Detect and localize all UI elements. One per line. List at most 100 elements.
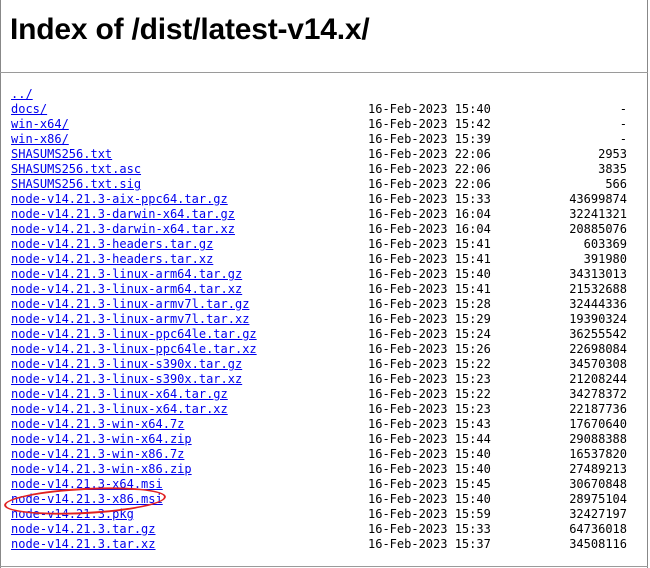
file-link[interactable]: node-v14.21.3-linux-arm64.tar.xz [11,282,242,297]
file-row: node-v14.21.3-headers.tar.gz 16-Feb-2023 … [11,237,631,252]
file-link[interactable]: node-v14.21.3-linux-ppc64le.tar.xz [11,342,257,357]
file-row: node-v14.21.3-headers.tar.xz 16-Feb-2023 … [11,252,631,267]
file-date: 16-Feb-2023 15:29 [368,312,491,326]
file-size: 27489213 [569,462,627,476]
file-row: node-v14.21.3-win-x64.7z 16-Feb-2023 15:4… [11,417,631,432]
file-link[interactable]: node-v14.21.3-win-x64.7z [11,417,184,432]
file-row: node-v14.21.3.tar.gz 16-Feb-2023 15:33 647… [11,522,631,537]
file-date: 16-Feb-2023 15:23 [368,402,491,416]
file-date: 16-Feb-2023 15:28 [368,297,491,311]
file-date: 16-Feb-2023 15:41 [368,237,491,251]
file-row: node-v14.21.3-linux-ppc64le.tar.xz 16-Feb… [11,342,631,357]
file-size: 17670640 [569,417,627,431]
file-link[interactable]: node-v14.21.3-linux-x64.tar.xz [11,402,228,417]
file-date: 16-Feb-2023 15:41 [368,282,491,296]
file-size: 32444336 [569,297,627,311]
file-date: 16-Feb-2023 15:33 [368,192,491,206]
page-title: Index of /dist/latest-v14.x/ [10,13,370,46]
file-date: 16-Feb-2023 15:41 [368,252,491,266]
file-size: 34278372 [569,387,627,401]
file-size: 22698084 [569,342,627,356]
file-row: node-v14.21.3-win-x86.zip 16-Feb-2023 15:… [11,462,631,477]
file-size: 43699874 [569,192,627,206]
file-link[interactable]: node-v14.21.3-headers.tar.gz [11,237,213,252]
file-link[interactable]: SHASUMS256.txt [11,147,112,162]
file-row: node-v14.21.3-win-x86.7z 16-Feb-2023 15:4… [11,447,631,462]
file-row: node-v14.21.3-aix-ppc64.tar.gz 16-Feb-202… [11,192,631,207]
file-link[interactable]: node-v14.21.3-headers.tar.xz [11,252,213,267]
file-listing: ../ docs/16-Feb-2023 15:40- win-x64/16-Fe… [11,87,631,552]
file-size: 29088388 [569,432,627,446]
file-date: 16-Feb-2023 15:40 [368,267,491,281]
file-size: 566 [605,177,627,191]
file-row: node-v14.21.3-darwin-x64.tar.xz 16-Feb-20… [11,222,631,237]
parent-directory-link[interactable]: ../ [11,87,33,102]
file-row: node-v14.21.3-x64.msi 16-Feb-2023 15:45 30… [11,477,631,492]
file-link[interactable]: node-v14.21.3-linux-armv7l.tar.gz [11,297,249,312]
file-size: 34313013 [569,267,627,281]
file-size: 34508116 [569,537,627,551]
file-date: 16-Feb-2023 15:40 [368,492,491,506]
file-date: 16-Feb-2023 15:24 [368,327,491,341]
file-link[interactable]: win-x86/ [11,132,69,147]
file-link[interactable]: SHASUMS256.txt.sig [11,177,141,192]
file-size: 64736018 [569,522,627,536]
file-date: 16-Feb-2023 15:45 [368,477,491,491]
file-row: node-v14.21.3-linux-s390x.tar.gz 16-Feb-2… [11,357,631,372]
file-link[interactable]: node-v14.21.3-darwin-x64.tar.xz [11,222,235,237]
file-size: 2953 [598,147,627,161]
file-row: node-v14.21.3-linux-arm64.tar.gz 16-Feb-2… [11,267,631,282]
file-link[interactable]: docs/ [11,102,47,117]
file-link[interactable]: node-v14.21.3-darwin-x64.tar.gz [11,207,235,222]
file-date: 16-Feb-2023 15:22 [368,357,491,371]
file-row: SHASUMS256.txt 16-Feb-2023 22:06 2953 [11,147,631,162]
file-date: 16-Feb-2023 15:42 [368,117,491,131]
file-link[interactable]: node-v14.21.3-linux-arm64.tar.gz [11,267,242,282]
file-link[interactable]: node-v14.21.3-aix-ppc64.tar.gz [11,192,228,207]
file-row: win-x64/16-Feb-2023 15:42 - [11,117,631,132]
file-link[interactable]: node-v14.21.3-linux-ppc64le.tar.gz [11,327,257,342]
file-link[interactable]: node-v14.21.3.tar.xz [11,537,156,552]
file-row: node-v14.21.3-linux-s390x.tar.xz 16-Feb-2… [11,372,631,387]
file-row: node-v14.21.3.pkg 16-Feb-2023 15:59 324271… [11,507,631,522]
file-link[interactable]: node-v14.21.3-x64.msi [11,477,163,492]
file-date: 16-Feb-2023 15:26 [368,342,491,356]
file-row: SHASUMS256.txt.sig 16-Feb-2023 22:06 566 [11,177,631,192]
file-size: 21532688 [569,282,627,296]
file-date: 16-Feb-2023 15:22 [368,387,491,401]
file-row: node-v14.21.3-linux-arm64.tar.xz 16-Feb-2… [11,282,631,297]
bottom-divider [0,566,648,567]
file-link[interactable]: node-v14.21.3-x86.msi [11,492,163,507]
file-date: 16-Feb-2023 15:43 [368,417,491,431]
file-link[interactable]: node-v14.21.3-linux-s390x.tar.xz [11,372,242,387]
file-size: 20885076 [569,222,627,236]
file-date: 16-Feb-2023 16:04 [368,207,491,221]
file-size: 34570308 [569,357,627,371]
file-row: node-v14.21.3-linux-armv7l.tar.xz 16-Feb-… [11,312,631,327]
file-size: 22187736 [569,402,627,416]
file-size: 21208244 [569,372,627,386]
file-date: 16-Feb-2023 22:06 [368,177,491,191]
file-link[interactable]: node-v14.21.3-linux-s390x.tar.gz [11,357,242,372]
file-size: 391980 [583,252,627,266]
file-link[interactable]: node-v14.21.3-linux-x64.tar.gz [11,387,228,402]
parent-row: ../ [11,87,631,102]
file-row: node-v14.21.3-linux-x64.tar.gz 16-Feb-202… [11,387,631,402]
file-size: 16537820 [569,447,627,461]
file-row: docs/16-Feb-2023 15:40 - [11,102,631,117]
file-link[interactable]: node-v14.21.3-win-x86.7z [11,447,184,462]
file-row: node-v14.21.3-linux-ppc64le.tar.gz 16-Feb… [11,327,631,342]
file-row: node-v14.21.3-darwin-x64.tar.gz 16-Feb-20… [11,207,631,222]
file-date: 16-Feb-2023 15:39 [368,132,491,146]
file-date: 16-Feb-2023 15:59 [368,507,491,521]
file-link[interactable]: node-v14.21.3.tar.gz [11,522,156,537]
file-size: 19390324 [569,312,627,326]
file-link[interactable]: node-v14.21.3-linux-armv7l.tar.xz [11,312,249,327]
file-link[interactable]: node-v14.21.3.pkg [11,507,134,522]
file-link[interactable]: SHASUMS256.txt.asc [11,162,141,177]
file-link[interactable]: node-v14.21.3-win-x64.zip [11,432,192,447]
file-link[interactable]: win-x64/ [11,117,69,132]
file-size: - [619,132,627,146]
file-size: 603369 [583,237,627,251]
file-link[interactable]: node-v14.21.3-win-x86.zip [11,462,192,477]
